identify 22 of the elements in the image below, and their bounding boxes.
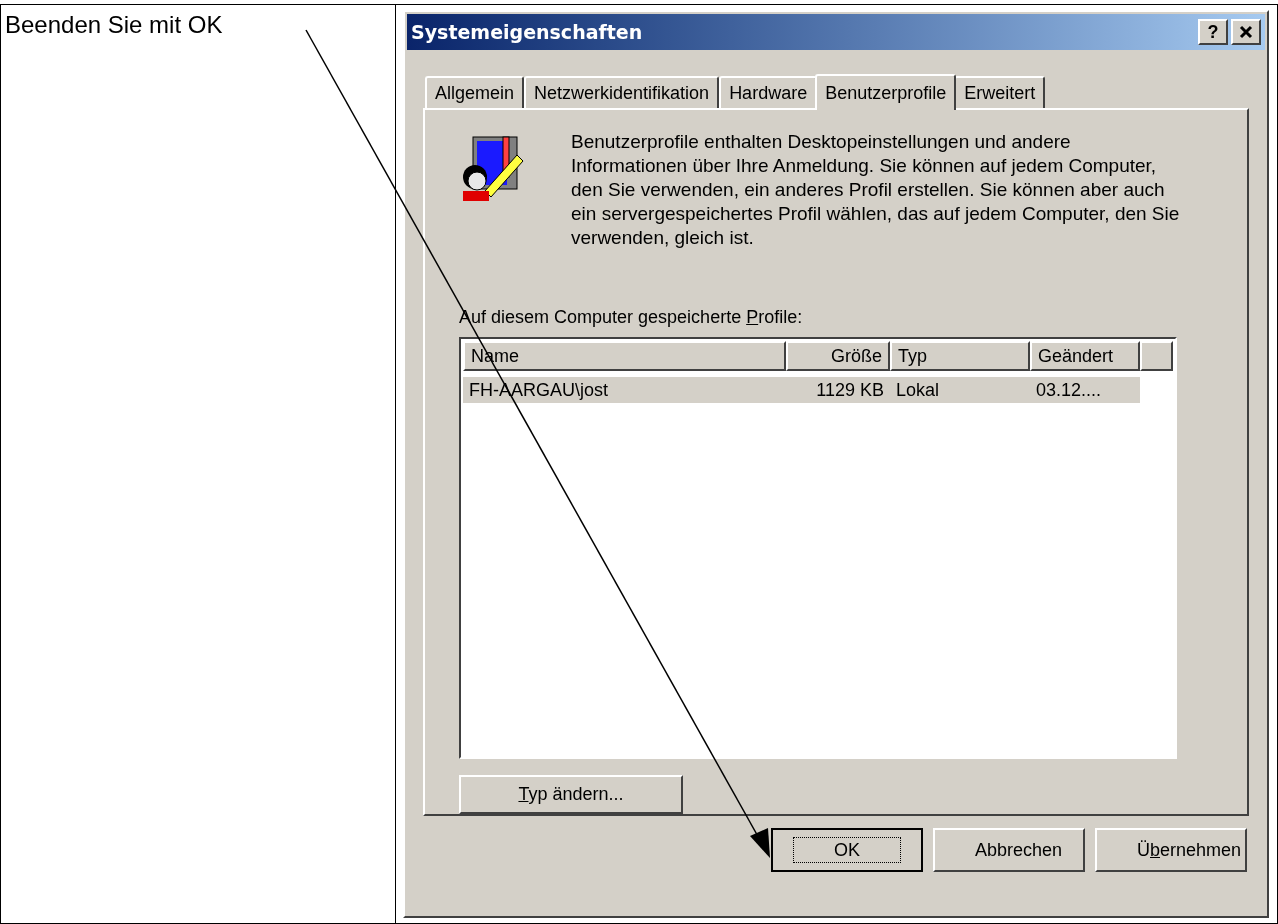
- description-text: Benutzerprofile enthalten Desktopeinstellungen und andere Informationen über Ihre Anmeldung. Sie können auf jedem Computer, den Sie verwenden, ein anderes Profil erstellen. Sie können aber auch ein servergespeichertes Profil wählen, das auf jedem Computer, den Sie verwenden, gleich ist.: [571, 130, 1181, 250]
- dialog-button[interactable]: Übernehmen: [1095, 828, 1247, 872]
- column-header[interactable]: Größe: [786, 341, 890, 371]
- column-header: [1140, 341, 1173, 371]
- table-cell-text: Lokal: [895, 378, 941, 402]
- close-button[interactable]: [1231, 19, 1261, 45]
- column-header[interactable]: Geändert: [1030, 341, 1140, 371]
- tab[interactable]: Erweitert: [954, 76, 1046, 108]
- table-cell-text: 03.12....: [1035, 378, 1103, 402]
- close-icon: [1239, 25, 1253, 39]
- tab[interactable]: Netzwerkidentifikation: [524, 76, 720, 108]
- help-button[interactable]: ?: [1198, 19, 1228, 45]
- tab[interactable]: Hardware: [719, 76, 818, 108]
- window-title: Systemeigenschaften: [411, 19, 643, 45]
- tab[interactable]: Allgemein: [425, 76, 525, 108]
- tab[interactable]: Benutzerprofile: [815, 74, 957, 110]
- change-type-button[interactable]: Typ ändern...: [459, 774, 683, 814]
- table-cell-text: 1129 KB: [815, 378, 885, 402]
- column-header[interactable]: Typ: [890, 341, 1030, 371]
- instruction-text: Beenden Sie mit OK: [5, 11, 223, 38]
- dialog-button[interactable]: Abbrechen: [933, 828, 1085, 872]
- dialog-button[interactable]: OK: [771, 828, 923, 872]
